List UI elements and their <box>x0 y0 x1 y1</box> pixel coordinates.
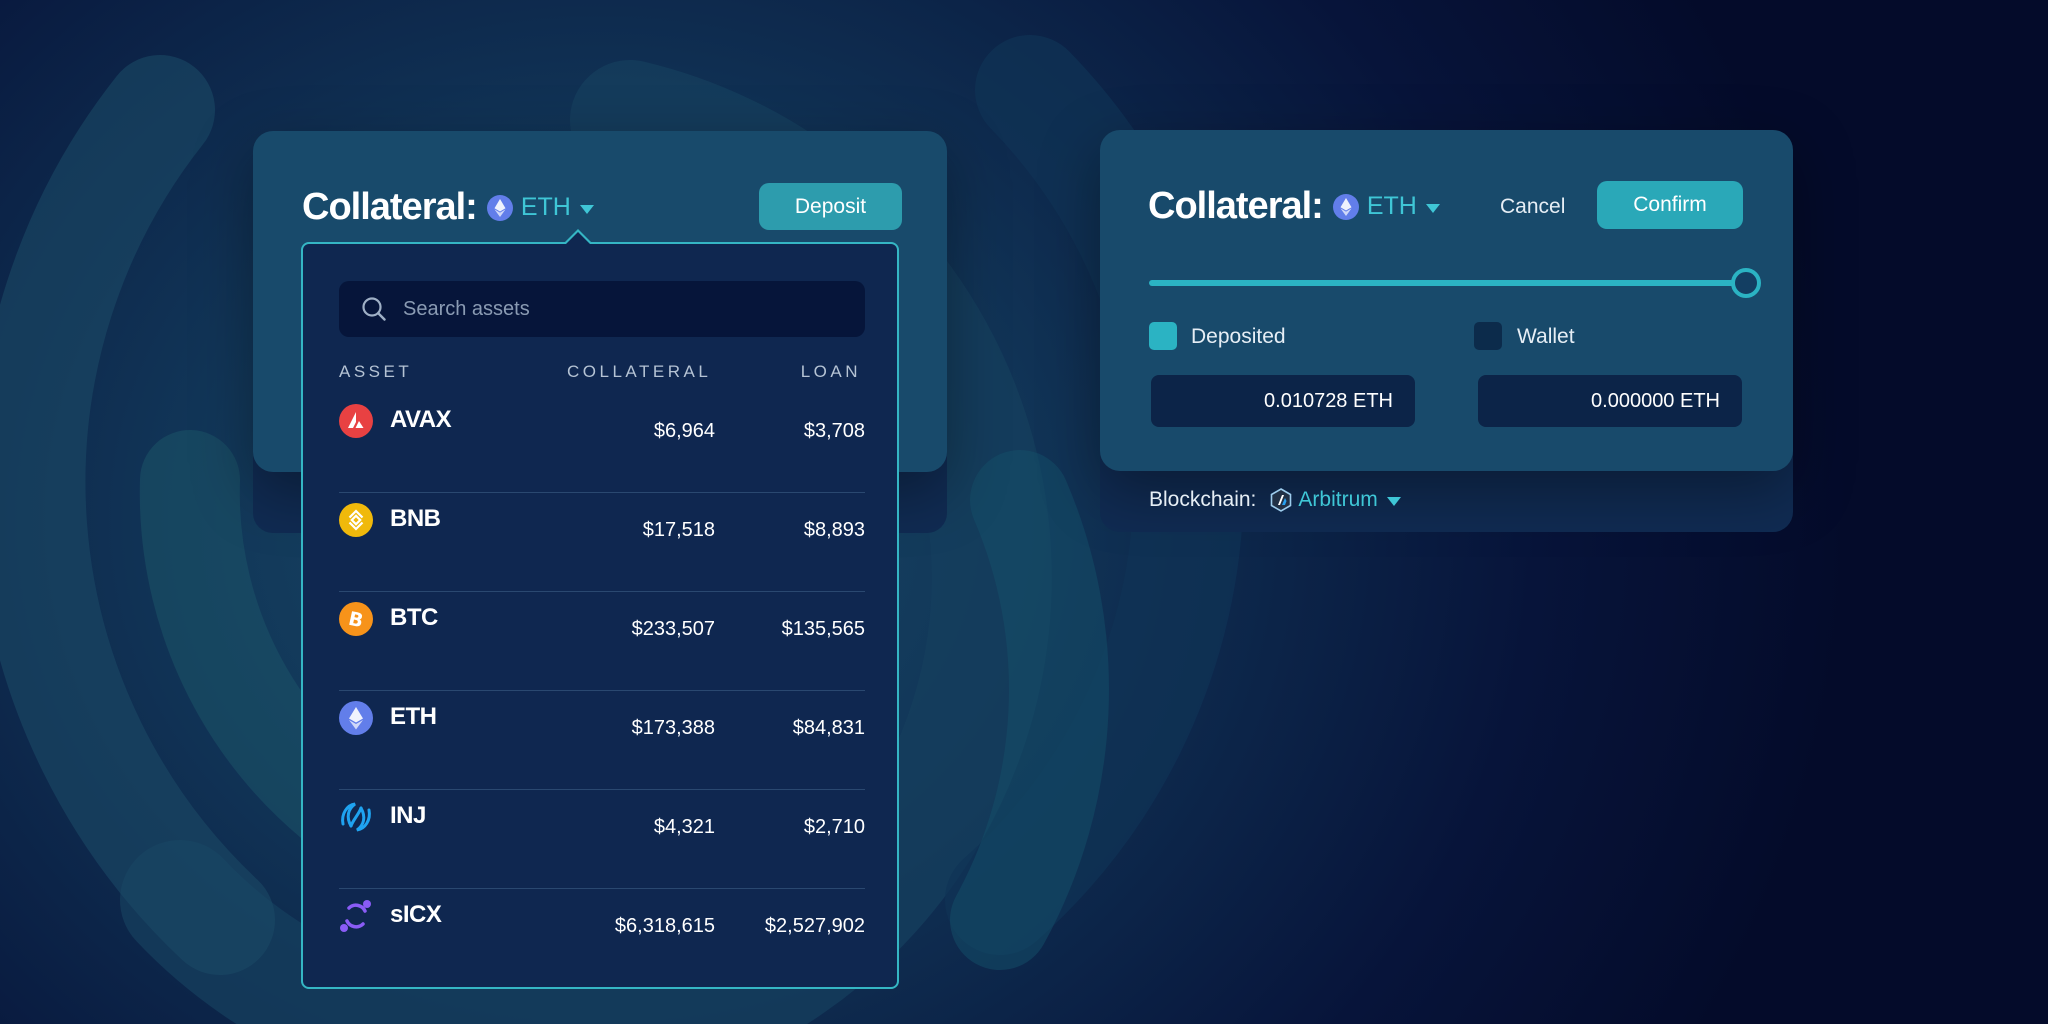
wallet-checkbox[interactable] <box>1474 322 1502 350</box>
blockchain-selector[interactable]: Arbitrum <box>1270 488 1401 512</box>
asset-dropdown: ASSET COLLATERAL LOAN AVAX $6,964 $3,708 <box>301 232 899 989</box>
collateral-slider[interactable] <box>1149 280 1743 286</box>
chevron-down-icon <box>1386 497 1401 506</box>
cancel-button[interactable]: Cancel <box>1500 190 1565 224</box>
btc-icon: B <box>339 602 373 636</box>
column-header-loan: LOAN <box>800 362 861 381</box>
arbitrum-icon <box>1271 488 1292 512</box>
asset-loan: $135,565 <box>781 618 865 640</box>
asset-loan: $3,708 <box>803 420 865 442</box>
search-box[interactable] <box>339 281 865 337</box>
eth-icon <box>1332 193 1359 220</box>
asset-row-inj[interactable]: INJ $4,321 $2,710 <box>339 790 865 889</box>
eth-icon <box>486 194 513 221</box>
asset-collateral: $173,388 <box>631 717 715 739</box>
deposited-label: Deposited <box>1191 325 1286 348</box>
asset-row-eth[interactable]: ETH $173,388 $84,831 <box>339 691 865 790</box>
asset-loan: $84,831 <box>792 717 865 739</box>
inj-icon <box>341 802 371 832</box>
blockchain-name: Arbitrum <box>1298 488 1378 511</box>
right-collateral-title: Collateral: ETH <box>1148 185 1440 228</box>
blockchain-row: Blockchain: Arbitrum <box>1149 488 1401 512</box>
deposit-button[interactable]: Deposit <box>759 183 902 230</box>
column-header-collateral: COLLATERAL <box>567 362 712 381</box>
slider-handle[interactable] <box>1731 268 1761 298</box>
column-header-asset: ASSET <box>339 362 413 381</box>
chevron-down-icon <box>579 204 594 214</box>
asset-name: INJ <box>390 802 426 829</box>
blockchain-label: Blockchain: <box>1149 488 1257 511</box>
asset-name: BNB <box>390 505 441 532</box>
icx-icon <box>340 900 371 932</box>
asset-name: ETH <box>390 703 437 730</box>
asset-collateral: $233,507 <box>631 618 715 640</box>
wallet-amount-field[interactable]: 0.000000 ETH <box>1478 375 1742 427</box>
asset-row-btc[interactable]: B BTC $233,507 $135,565 <box>339 592 865 691</box>
asset-row-sicx[interactable]: sICX $6,318,615 $2,527,902 <box>339 889 865 987</box>
search-icon <box>362 297 386 321</box>
deposited-amount-field[interactable]: 0.010728 ETH <box>1151 375 1415 427</box>
chevron-down-icon <box>1425 203 1440 213</box>
asset-collateral: $17,518 <box>642 519 715 541</box>
bnb-icon <box>339 503 373 537</box>
right-asset-symbol: ETH <box>1366 192 1417 220</box>
asset-row-bnb[interactable]: BNB $17,518 $8,893 <box>339 493 865 592</box>
asset-name: AVAX <box>390 406 452 433</box>
left-title-label: Collateral: <box>302 186 478 228</box>
deposited-checkbox[interactable] <box>1149 322 1177 350</box>
confirm-button[interactable]: Confirm <box>1597 181 1743 229</box>
asset-row-avax[interactable]: AVAX $6,964 $3,708 <box>339 394 865 493</box>
left-asset-selector[interactable]: ETH <box>486 193 594 222</box>
asset-collateral: $6,964 <box>653 420 715 442</box>
asset-loan: $2,710 <box>803 816 865 838</box>
left-asset-symbol: ETH <box>520 193 571 221</box>
eth-icon <box>339 701 373 735</box>
right-asset-selector[interactable]: ETH <box>1332 192 1440 221</box>
left-collateral-title: Collateral: ETH <box>302 186 594 229</box>
wallet-label: Wallet <box>1517 325 1575 348</box>
asset-collateral: $6,318,615 <box>614 915 715 937</box>
asset-list: AVAX $6,964 $3,708 BNB $17,518 $8,893 B <box>339 394 865 987</box>
search-input[interactable] <box>401 296 845 322</box>
avax-icon <box>339 404 373 438</box>
right-title-label: Collateral: <box>1148 185 1324 227</box>
asset-name: sICX <box>390 901 442 928</box>
asset-name: BTC <box>390 604 438 631</box>
asset-loan: $8,893 <box>803 519 865 541</box>
asset-loan: $2,527,902 <box>764 915 865 937</box>
asset-collateral: $4,321 <box>653 816 715 838</box>
